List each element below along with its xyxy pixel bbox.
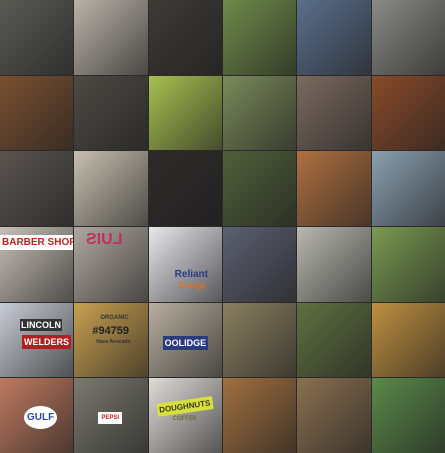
image-grid: BARBER SHOP LUIS Reliant Energy LINCOLN WELDE… [0, 0, 445, 453]
luis-sign-text: LUIS [86, 230, 123, 248]
tile-thimble: OOLIDGE [148, 302, 222, 378]
tile-luis-sign: LUIS [74, 226, 148, 302]
tile-small-dog [297, 378, 371, 453]
tile-pomeranian [371, 302, 445, 378]
reliant-shirt-text2: Energy [178, 280, 206, 290]
tile-park-statue [223, 0, 297, 75]
tile-colander [148, 75, 222, 151]
barber-shop-text: BARBER SHOP [0, 234, 74, 250]
tile-dog-with-grater [0, 75, 74, 151]
tile-collie-pair [297, 226, 371, 302]
tile-woman-blue-dress [297, 0, 371, 75]
doughnut-mug-text2: COFFEE [172, 416, 197, 423]
tile-red-setter [371, 75, 445, 151]
tile-boxer-dog [297, 151, 371, 226]
tile-avocado-sticker: ORGANIC #94759 Hass Avocado [74, 302, 148, 378]
tile-sheltie [371, 226, 445, 302]
tile-bowl-of-nuts [74, 151, 148, 226]
tile-doughnut-mug: DOUGHNUTS COFFEE [148, 378, 222, 453]
tile-sailboats [371, 151, 445, 226]
tile-pepsi-bottle: PEPSI [74, 378, 148, 453]
pepsi-bottle-text: PEPSI [98, 412, 123, 425]
thimble-text: OOLIDGE [162, 335, 209, 350]
lincoln-welders-text2: WELDERS [22, 334, 71, 349]
tile-man-portrait [297, 75, 371, 151]
tile-grater [0, 0, 74, 75]
tile-patterned-dress [148, 151, 222, 226]
avocado-sticker-text2: #94759 [92, 324, 130, 337]
tile-border-collie [223, 226, 297, 302]
reliant-shirt-text: Reliant [174, 268, 208, 280]
lincoln-welders-text: LINCOLN [20, 318, 62, 331]
tile-fox [223, 378, 297, 453]
tile-dog-grass [297, 302, 371, 378]
avocado-sticker-text3: Hass Avocado [96, 338, 131, 345]
tile-lincoln-welders: LINCOLN WELDERS [0, 302, 74, 378]
doughnut-mug-text: DOUGHNUTS [156, 396, 213, 418]
tile-gulf-pump: GULF [0, 378, 74, 453]
tile-barber-shop: BARBER SHOP [0, 226, 74, 302]
tile-penguins [371, 0, 445, 75]
gulf-pump-text: GULF [24, 406, 58, 430]
tile-people-lawn [223, 151, 297, 226]
tile-typewriter-black [148, 0, 222, 75]
tile-sheepdog [371, 378, 445, 453]
tile-man-red-shirt [223, 75, 297, 151]
tile-typewriter-keys [74, 75, 148, 151]
tile-german-shepherd [223, 302, 297, 378]
tile-reliant-shirt: Reliant Energy [148, 226, 222, 302]
avocado-sticker-text: ORGANIC [100, 314, 129, 321]
tile-typewriter [74, 0, 148, 75]
tile-grate [0, 151, 74, 226]
